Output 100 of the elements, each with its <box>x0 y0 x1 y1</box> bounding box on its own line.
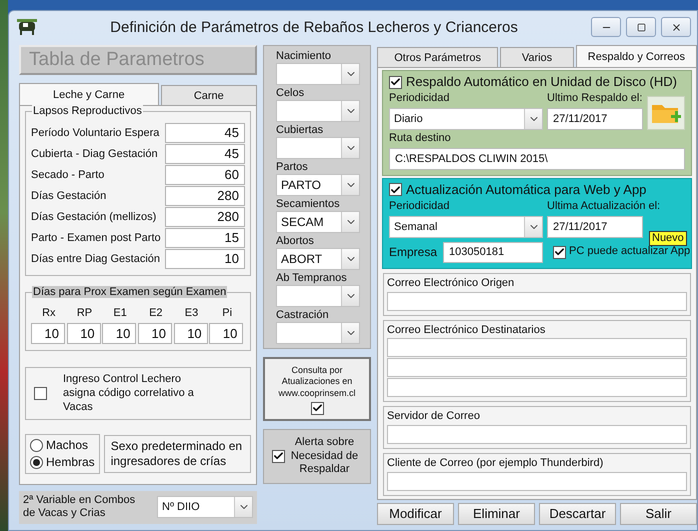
dropdown[interactable]: Nº DIIO <box>157 496 253 518</box>
maximize-button[interactable] <box>626 17 656 37</box>
checkbox[interactable] <box>310 402 324 415</box>
checkbox[interactable] <box>272 450 284 463</box>
dropdown-button[interactable] <box>524 216 542 237</box>
dropdown[interactable]: Diario <box>389 108 543 130</box>
tab[interactable]: Varios <box>500 47 574 67</box>
checkbox-label: Ingreso Control Lechero asigna código correlativo a Vacas <box>63 373 195 414</box>
email-field[interactable] <box>387 292 687 310</box>
field-label: Nacimiento <box>276 50 332 62</box>
email-field[interactable] <box>387 338 687 358</box>
group-title: Correo Electrónico Destinatarios <box>387 324 546 338</box>
action-button[interactable]: Descartar <box>539 502 616 525</box>
dropdown-button[interactable] <box>341 286 359 306</box>
field-label: Empresa <box>389 244 438 260</box>
tab[interactable]: Carne <box>160 85 257 105</box>
action-button[interactable]: Eliminar <box>458 502 535 525</box>
column-header: Pi <box>221 307 234 321</box>
new-badge: Nuevo <box>649 230 687 246</box>
radio-button[interactable] <box>30 439 43 452</box>
field-label: Periodicidad <box>389 200 451 214</box>
maximize-icon <box>636 22 646 32</box>
email-field[interactable] <box>387 378 687 398</box>
email-field[interactable] <box>387 472 687 491</box>
field-label: Secamientos <box>276 198 341 210</box>
number-field[interactable]: 15 <box>165 228 245 248</box>
dropdown-button[interactable] <box>341 249 359 269</box>
field-label: Parto - Examen post Parto <box>31 232 162 244</box>
dropdown-button[interactable] <box>341 64 359 84</box>
dropdown[interactable]: ABORT <box>276 248 360 270</box>
dropdown-button[interactable] <box>341 175 359 195</box>
field-label: Ultima Actualización el: <box>547 200 662 214</box>
checkbox[interactable] <box>389 183 402 196</box>
field-label: Celos <box>276 87 306 99</box>
column-header: E2 <box>148 307 164 321</box>
email-field[interactable] <box>387 358 687 378</box>
column-header: E3 <box>184 307 200 321</box>
path-field[interactable]: C:\RESPALDOS CLIWIN 2015\ <box>389 148 685 170</box>
dropdown-button[interactable] <box>341 101 359 121</box>
field-label: Partos <box>276 161 309 173</box>
action-button[interactable]: Modificar <box>377 502 454 525</box>
number-field[interactable]: 10 <box>66 323 101 344</box>
field-label: Ultimo Respaldo el: <box>547 92 643 106</box>
window-title: Definición de Parámetros de Rebaños Lecheros y Crianceros <box>109 18 519 36</box>
field-label: Castración <box>276 309 330 321</box>
field-label: Abortos <box>276 235 315 247</box>
close-button[interactable] <box>661 17 691 37</box>
field-label: Días Gestación (mellizos) <box>31 210 158 222</box>
tab[interactable]: Otros Parámetros <box>377 47 498 67</box>
number-field[interactable]: 10 <box>209 323 244 344</box>
date-field[interactable]: 27/11/2017 <box>547 216 643 238</box>
checkbox[interactable] <box>34 387 47 400</box>
dropdown[interactable]: SECAM <box>276 211 360 233</box>
group-title: Correo Electrónico Origen <box>387 276 516 290</box>
dropdown[interactable]: PARTO <box>276 174 360 196</box>
field-label: Días entre Diag Gestación <box>31 252 162 264</box>
checkbox[interactable] <box>553 246 566 259</box>
dropdown-button[interactable] <box>341 212 359 232</box>
date-field[interactable]: 27/11/2017 <box>547 108 643 130</box>
number-field[interactable]: 10 <box>31 323 65 344</box>
radio-label: Machos <box>46 438 88 454</box>
field-label: Periodicidad <box>389 92 451 106</box>
field-label: Días Gestación <box>31 190 108 202</box>
number-field[interactable]: 60 <box>165 164 245 184</box>
group-title: Lapsos Reproductivos <box>32 105 143 117</box>
number-field[interactable]: 10 <box>174 323 208 344</box>
field-label: Ab Tempranos <box>276 272 348 284</box>
panel-header: Tabla de Parametros <box>19 45 257 75</box>
group-title: Servidor de Correo <box>387 410 481 424</box>
action-button[interactable]: Salir <box>620 502 697 525</box>
group-title: Cliente de Correo (por ejemplo Thunderbird) <box>387 457 604 471</box>
note-text: Sexo predeterminado en ingresadores de crías <box>110 439 244 470</box>
checkbox-label: Consulta por Atualizaciones en www.cooprinsem.cl <box>277 365 357 399</box>
section-title: Respaldo Automático en Unidad de Disco (HD) <box>406 74 677 90</box>
company-field[interactable]: 103050181 <box>443 242 544 263</box>
number-field[interactable]: 45 <box>165 144 245 164</box>
email-field[interactable] <box>387 425 687 444</box>
cow-icon <box>17 19 37 35</box>
number-field[interactable]: 10 <box>138 323 172 344</box>
field-label: Cubierta - Diag Gestación <box>31 148 159 160</box>
number-field[interactable]: 280 <box>165 206 245 226</box>
checkbox[interactable] <box>389 76 402 89</box>
number-field[interactable]: 10 <box>165 248 245 268</box>
column-header: Rx <box>41 307 57 321</box>
tab[interactable]: Respaldo y Correos <box>576 45 697 67</box>
dropdown-button[interactable] <box>341 138 359 158</box>
close-icon <box>670 22 682 32</box>
number-field[interactable]: 280 <box>165 186 245 206</box>
check-icon <box>390 184 401 196</box>
column-header: E1 <box>112 307 128 321</box>
dropdown-button[interactable] <box>524 109 542 129</box>
dropdown-button[interactable] <box>234 497 252 518</box>
dropdown[interactable]: Semanal <box>389 216 543 238</box>
number-field[interactable]: 10 <box>102 323 136 344</box>
field-label: Cubiertas <box>276 124 324 136</box>
radio-button[interactable] <box>30 456 43 470</box>
dropdown-button[interactable] <box>341 323 359 343</box>
number-field[interactable]: 45 <box>165 122 245 142</box>
field-label: Ruta destino <box>389 132 452 146</box>
tab[interactable]: Leche y Carne <box>19 83 159 105</box>
